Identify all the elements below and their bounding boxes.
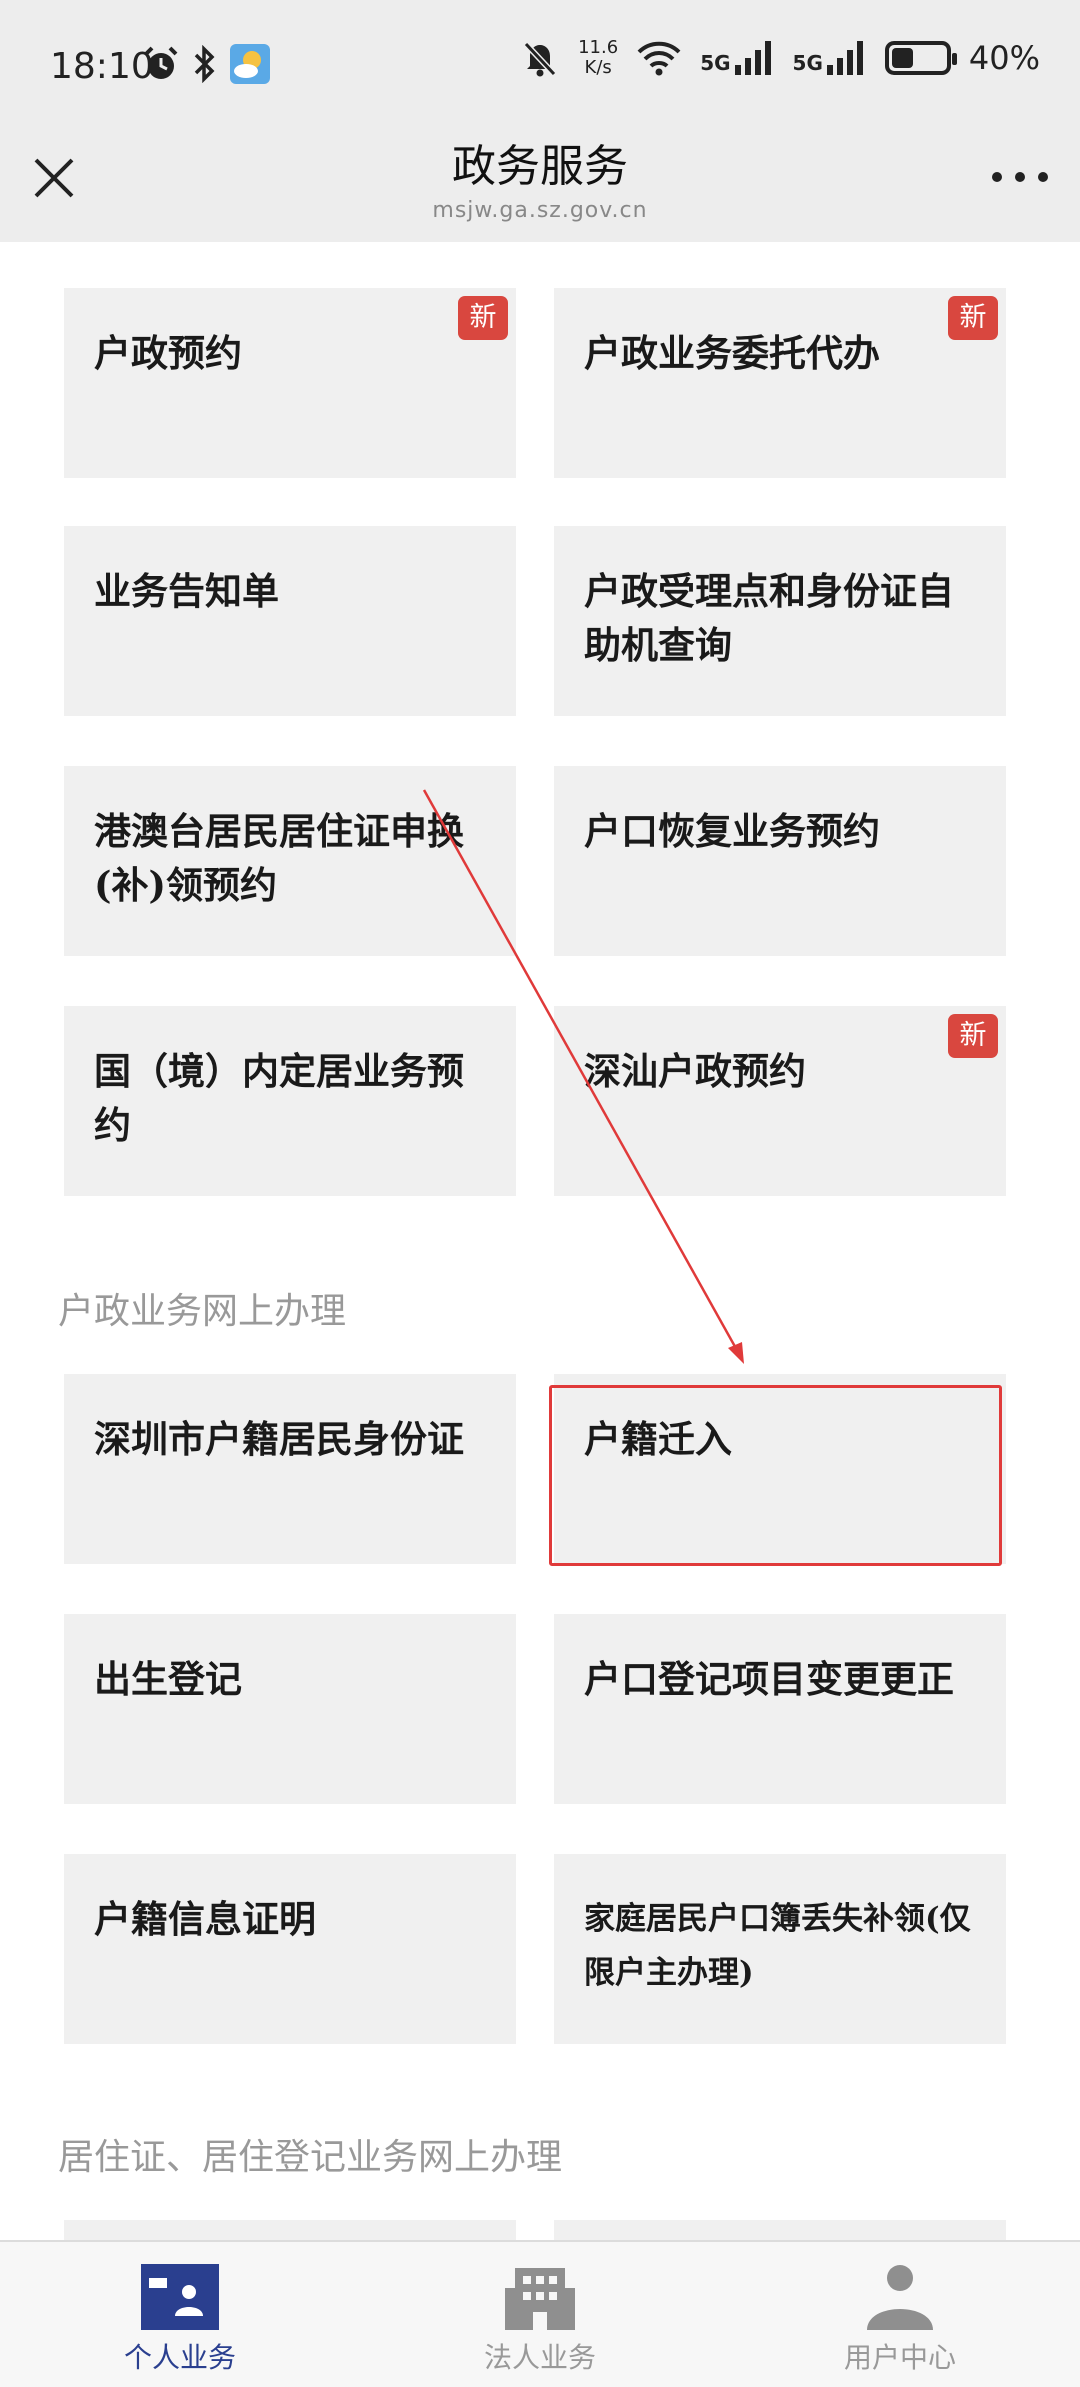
- nav-item-personal[interactable]: 个人业务: [0, 2242, 360, 2387]
- more-dot: [992, 172, 1002, 182]
- service-card-partial[interactable]: [64, 2220, 516, 2240]
- signal-icon: [826, 41, 863, 75]
- title-bar: 政务服务 msjw.ga.sz.gov.cn: [0, 130, 1080, 242]
- service-card-xiangmu-biangeng[interactable]: 户口登记项目变更更正: [554, 1614, 1006, 1804]
- battery-fill: [891, 48, 913, 68]
- new-badge: 新: [948, 296, 998, 340]
- signal-group-2: 5G: [793, 41, 867, 75]
- battery-icon: [884, 41, 957, 75]
- card-label: 户籍迁入: [584, 1417, 732, 1461]
- status-left-icons: [142, 44, 270, 84]
- bluetooth-icon: [194, 45, 215, 83]
- id-card-icon: [141, 2264, 219, 2330]
- card-label: 港澳台居民居住证申换(补)领预约: [94, 809, 464, 907]
- alarm-icon: [144, 46, 178, 79]
- new-badge: 新: [458, 296, 508, 340]
- service-list[interactable]: 户政预约 新 户政业务委托代办 新 业务告知单 户政受理点和身份证自助机查询 港…: [0, 242, 1080, 2240]
- card-label: 户政受理点和身份证自助机查询: [584, 569, 954, 667]
- card-label: 户政预约: [94, 331, 242, 375]
- signal-label-1: 5G: [700, 51, 731, 75]
- nav-label: 个人业务: [123, 2341, 236, 2374]
- card-label: 户口登记项目变更更正: [584, 1657, 954, 1701]
- weather-icon: [230, 44, 270, 84]
- nav-item-corporate[interactable]: 法人业务: [360, 2242, 720, 2387]
- new-badge: 新: [948, 1014, 998, 1058]
- more-dot: [1015, 172, 1025, 182]
- more-dot: [1038, 172, 1048, 182]
- service-card-dingju-yuyue[interactable]: 国（境）内定居业务预约: [64, 1006, 516, 1196]
- signal-icon: [734, 41, 771, 75]
- card-label: 业务告知单: [94, 569, 279, 613]
- status-right: 11.6 K/s 5G 5G 40%: [520, 38, 1040, 78]
- service-card-hukou-huifu[interactable]: 户口恢复业务预约: [554, 766, 1006, 956]
- mute-icon: [523, 41, 557, 77]
- user-icon: [867, 2265, 933, 2330]
- card-label: 户口恢复业务预约: [584, 809, 880, 853]
- card-label: 深圳市户籍居民身份证: [94, 1417, 464, 1461]
- service-card-gaozhi-dan[interactable]: 业务告知单: [64, 526, 516, 716]
- more-options-icon[interactable]: [992, 172, 1048, 186]
- battery-percent: 40%: [968, 39, 1040, 77]
- signal-group-1: 5G: [700, 41, 774, 75]
- card-label: 深汕户政预约: [584, 1049, 806, 1093]
- service-card-shouli-dian[interactable]: 户政受理点和身份证自助机查询: [554, 526, 1006, 716]
- page-title: 政务服务: [452, 141, 628, 192]
- service-card-huji-qianru[interactable]: 户籍迁入: [554, 1374, 1006, 1564]
- status-time: 18:10: [50, 46, 154, 87]
- section-title-huzheng-online: 户政业务网上办理: [58, 1291, 347, 1332]
- card-label: 国（境）内定居业务预约: [94, 1049, 464, 1147]
- bottom-nav: 个人业务 法人业务 用户中心: [0, 2240, 1080, 2387]
- service-card-chusheng-dengji[interactable]: 出生登记: [64, 1614, 516, 1804]
- service-card-partial[interactable]: [554, 2220, 1006, 2240]
- service-card-shenshan-yuyue[interactable]: 深汕户政预约 新: [554, 1006, 1006, 1196]
- nav-item-user-center[interactable]: 用户中心: [720, 2242, 1080, 2387]
- card-label: 户籍信息证明: [94, 1897, 316, 1941]
- signal-label-2: 5G: [792, 51, 823, 75]
- nav-label: 用户中心: [843, 2341, 956, 2374]
- card-label: 家庭居民户口簿丢失补领(仅限户主办理): [584, 1901, 971, 1991]
- net-speed-value: 11.6: [578, 37, 619, 58]
- service-card-shenfenzheng[interactable]: 深圳市户籍居民身份证: [64, 1374, 516, 1564]
- service-card-huji-zhengming[interactable]: 户籍信息证明: [64, 1854, 516, 2044]
- nav-label: 法人业务: [483, 2341, 596, 2374]
- section-title-juzhuzheng-online: 居住证、居住登记业务网上办理: [58, 2137, 563, 2178]
- card-label: 出生登记: [94, 1657, 242, 1701]
- status-bar: 18:10 11.6 K/s 5G 5G 40%: [0, 0, 1080, 130]
- net-speed-unit: K/s: [584, 57, 612, 78]
- net-speed: 11.6 K/s: [578, 38, 618, 78]
- service-card-huzheng-yuyue[interactable]: 户政预约 新: [64, 288, 516, 478]
- service-card-hukoubu-buling[interactable]: 家庭居民户口簿丢失补领(仅限户主办理): [554, 1854, 1006, 2044]
- card-label: 户政业务委托代办: [584, 331, 880, 375]
- service-card-gangaotai-juzhuzheng[interactable]: 港澳台居民居住证申换(补)领预约: [64, 766, 516, 956]
- building-icon: [505, 2268, 575, 2330]
- page-url: msjw.ga.sz.gov.cn: [432, 198, 648, 223]
- service-card-weituo-daiban[interactable]: 户政业务委托代办 新: [554, 288, 1006, 478]
- wifi-icon: [637, 41, 681, 76]
